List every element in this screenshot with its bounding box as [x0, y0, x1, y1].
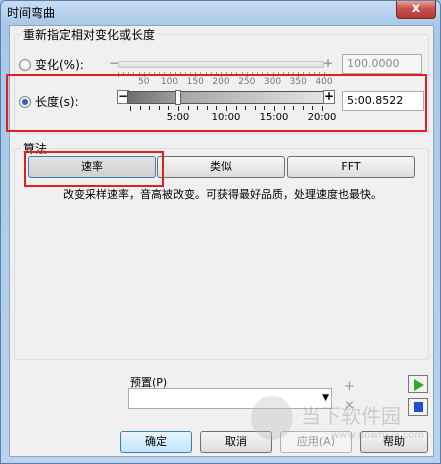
percent-slider-track[interactable] [118, 61, 324, 68]
window-title: 时间弯曲 [7, 6, 56, 20]
percent-radio-row[interactable]: 变化(%): [19, 56, 84, 73]
watermark-url: www.downxia.com [331, 430, 425, 441]
ok-button[interactable]: 确定 [120, 431, 192, 453]
play-button[interactable] [408, 375, 428, 393]
dialog-window: 时间弯曲 x 重新指定相对变化或长度 变化(%): − + 50 100 150 20… [0, 0, 441, 464]
percent-plus-icon[interactable]: + [322, 57, 334, 71]
percent-value-field[interactable]: 100.0000 [342, 54, 422, 74]
play-icon [414, 379, 424, 391]
percent-radio[interactable] [19, 58, 31, 71]
watermark-text: 当下软件园 [301, 404, 401, 428]
percent-label: 变化(%): [35, 58, 84, 72]
stretch-group-title: 重新指定相对变化或长度 [21, 26, 158, 43]
algorithm-similar-button[interactable]: 类似 [157, 156, 285, 178]
algorithm-fft-button[interactable]: FFT [287, 156, 415, 178]
close-button[interactable]: x [396, 1, 436, 19]
highlight-box-algorithm [24, 151, 164, 187]
plus-icon[interactable]: + [344, 379, 355, 394]
percent-slider[interactable]: − + [108, 57, 334, 71]
watermark: 当下软件园 www.downxia.com [251, 396, 431, 456]
dialog-client: 重新指定相对变化或长度 变化(%): − + 50 100 150 200 250 300… [6, 25, 434, 457]
watermark-logo-icon [251, 396, 293, 440]
title-bar[interactable]: 时间弯曲 x [1, 1, 441, 23]
close-icon: x [411, 1, 421, 16]
algorithm-description: 改变采样速率，音高被改变。可获得最好品质，处理速度也最快。 [63, 188, 382, 201]
highlight-box-length [6, 74, 427, 132]
